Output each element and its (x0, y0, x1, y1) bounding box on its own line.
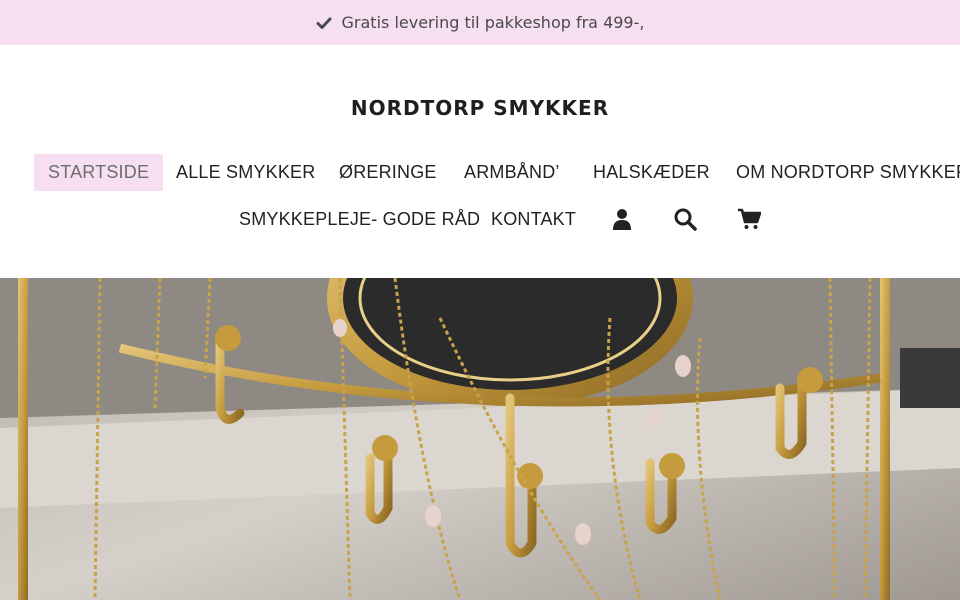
store-logo-text[interactable]: NORDTORP SMYKKER (0, 96, 960, 120)
hero-image[interactable] (0, 278, 960, 600)
nav-item-armbaand[interactable]: ARMBÅND’ (464, 154, 560, 191)
nav-item-om-nordtorp-smykker[interactable]: OM NORDTORP SMYKKER (736, 154, 960, 191)
nav-item-alle-smykker[interactable]: ALLE SMYKKER (176, 154, 315, 191)
cart-icon[interactable] (737, 207, 761, 231)
announcement-text: Gratis levering til pakkeshop fra 499-, (341, 13, 645, 32)
checkmark-icon (316, 15, 332, 31)
nav-item-smykkepleje[interactable]: SMYKKEPLEJE- GODE RÅD (239, 201, 480, 238)
nav-item-oreringe[interactable]: ØRERINGE (339, 154, 437, 191)
account-icon[interactable] (610, 207, 634, 231)
announcement-bar: Gratis levering til pakkeshop fra 499-, (0, 0, 960, 45)
search-icon[interactable] (673, 207, 697, 231)
nav-item-kontakt[interactable]: KONTAKT (491, 201, 576, 238)
nav-item-startside[interactable]: STARTSIDE (34, 154, 164, 191)
nav-item-halskaeder[interactable]: HALSKÆDER (593, 154, 710, 191)
